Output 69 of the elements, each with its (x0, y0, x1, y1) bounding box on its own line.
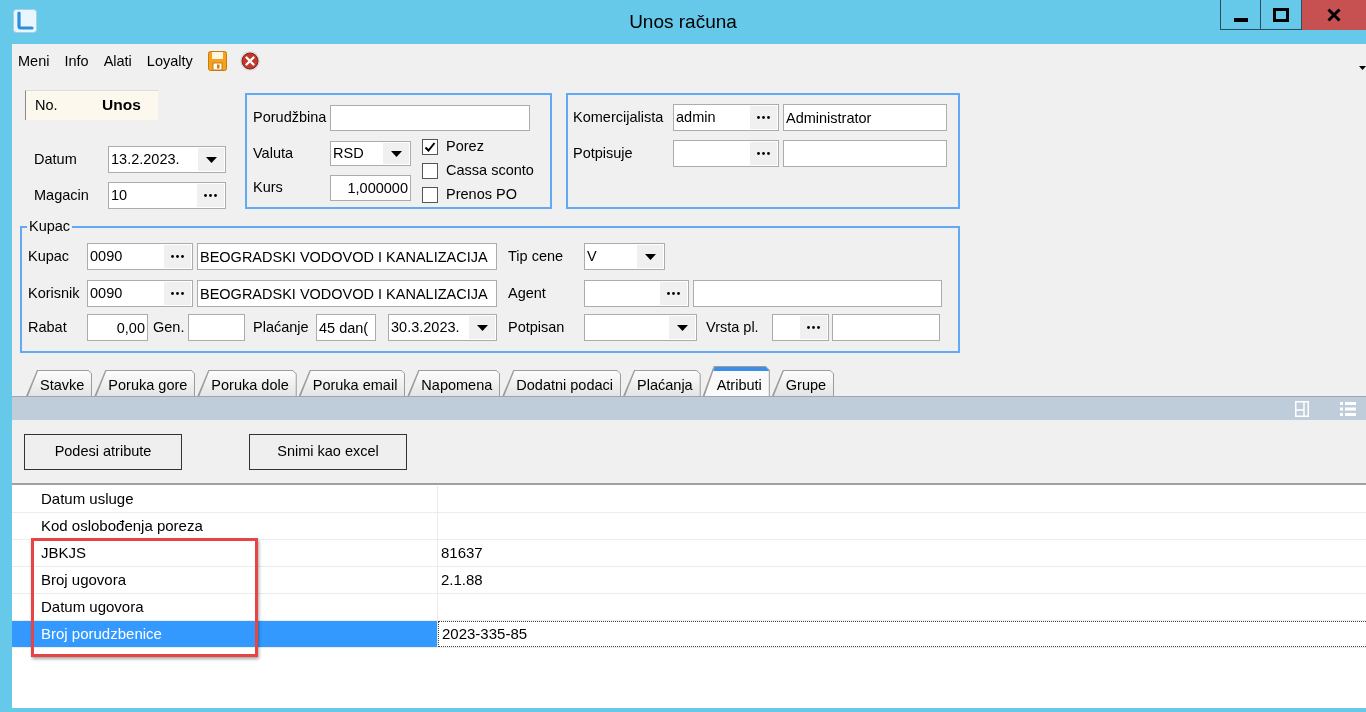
attribute-name: Broj porudzbenice (12, 621, 438, 647)
attribute-value: 2023-335-85 (438, 621, 1366, 647)
text-field[interactable] (330, 105, 530, 131)
attribute-value: 2.1.88 (440, 570, 484, 590)
field-label: Rabat (28, 318, 68, 337)
close-button[interactable] (1302, 0, 1366, 30)
app-logo-icon (13, 9, 37, 33)
window-title: Unos računa (629, 10, 737, 34)
field-label: Agent (508, 284, 547, 303)
field-label: Korisnik (28, 284, 81, 303)
minimize-button[interactable] (1220, 0, 1261, 30)
text-field[interactable] (188, 314, 245, 341)
tab[interactable]: Poruka email (298, 370, 406, 396)
text-field[interactable]: Administrator (783, 104, 947, 131)
text-field[interactable]: BEOGRADSKI VODOVOD I KANALIZACIJA (197, 243, 497, 270)
field-label: Gen. (153, 318, 186, 337)
attribute-value: 81637 (440, 543, 484, 563)
field-label: Potpisan (508, 318, 566, 337)
field-label: Kurs (253, 179, 284, 197)
field-label: Kupac (28, 247, 71, 266)
field-label: Tip cene (508, 247, 565, 266)
text-field[interactable]: 45 dan( (316, 314, 376, 341)
tab[interactable]: Atributi (702, 366, 770, 396)
maximize-icon (1273, 7, 1289, 22)
menu-item[interactable]: Info (64, 51, 89, 71)
attribute-name: Broj ugovora (12, 567, 438, 593)
tab[interactable]: Poruka gore (94, 370, 196, 396)
number-label: No. (34, 96, 59, 115)
checkbox[interactable] (422, 139, 438, 155)
number-field[interactable]: 1,000000 (330, 175, 411, 201)
field-label: Komercijalista (573, 108, 665, 127)
close-icon (1327, 8, 1341, 22)
field-label: Vrsta pl. (706, 318, 760, 337)
text-field[interactable] (693, 280, 942, 307)
checkbox[interactable] (422, 163, 438, 179)
action-button[interactable]: Snimi kao excel (249, 434, 407, 470)
tab[interactable]: Stavke (26, 370, 93, 396)
attribute-name: Datum ugovora (12, 594, 438, 620)
field-label: Datum (34, 150, 78, 169)
tab[interactable]: Plaćanja (623, 370, 701, 396)
attribute-name: Datum usluge (12, 486, 438, 512)
field-label: Porudžbina (253, 109, 328, 127)
field-label: Magacin (34, 186, 90, 205)
menu-item[interactable]: Meni (18, 51, 50, 71)
checkbox[interactable] (422, 187, 438, 203)
dropdown-arrow-icon[interactable] (1359, 66, 1366, 70)
tab[interactable]: Napomena (407, 370, 501, 396)
action-button[interactable]: Podesi atribute (24, 434, 182, 470)
text-field[interactable] (832, 314, 940, 341)
text-field[interactable] (783, 140, 947, 167)
text-field[interactable]: BEOGRADSKI VODOVOD I KANALIZACIJA (197, 280, 497, 307)
cancel-icon[interactable] (238, 50, 261, 72)
checkbox-label: Porez (446, 138, 484, 156)
number-field[interactable]: 0,00 (87, 314, 148, 341)
minimize-icon (1233, 17, 1248, 22)
tab[interactable]: Grupe (771, 370, 835, 396)
menu-item[interactable]: Loyalty (146, 51, 193, 71)
checkbox-label: Prenos PO (446, 186, 517, 204)
maximize-button[interactable] (1261, 0, 1302, 30)
attribute-name: Kod oslobođenja poreza (12, 513, 438, 539)
field-label: Plaćanje (253, 318, 310, 337)
menu-item[interactable]: Alati (103, 51, 132, 71)
tab[interactable]: Dodatni podaci (502, 370, 622, 396)
field-label: Valuta (253, 144, 295, 163)
attribute-name: JBKJS (12, 540, 438, 566)
number-value: Unos (102, 96, 141, 115)
checkbox-label: Cassa sconto (446, 162, 534, 180)
tab[interactable]: Poruka dole (197, 370, 297, 396)
field-label: Potpisuje (573, 144, 634, 163)
